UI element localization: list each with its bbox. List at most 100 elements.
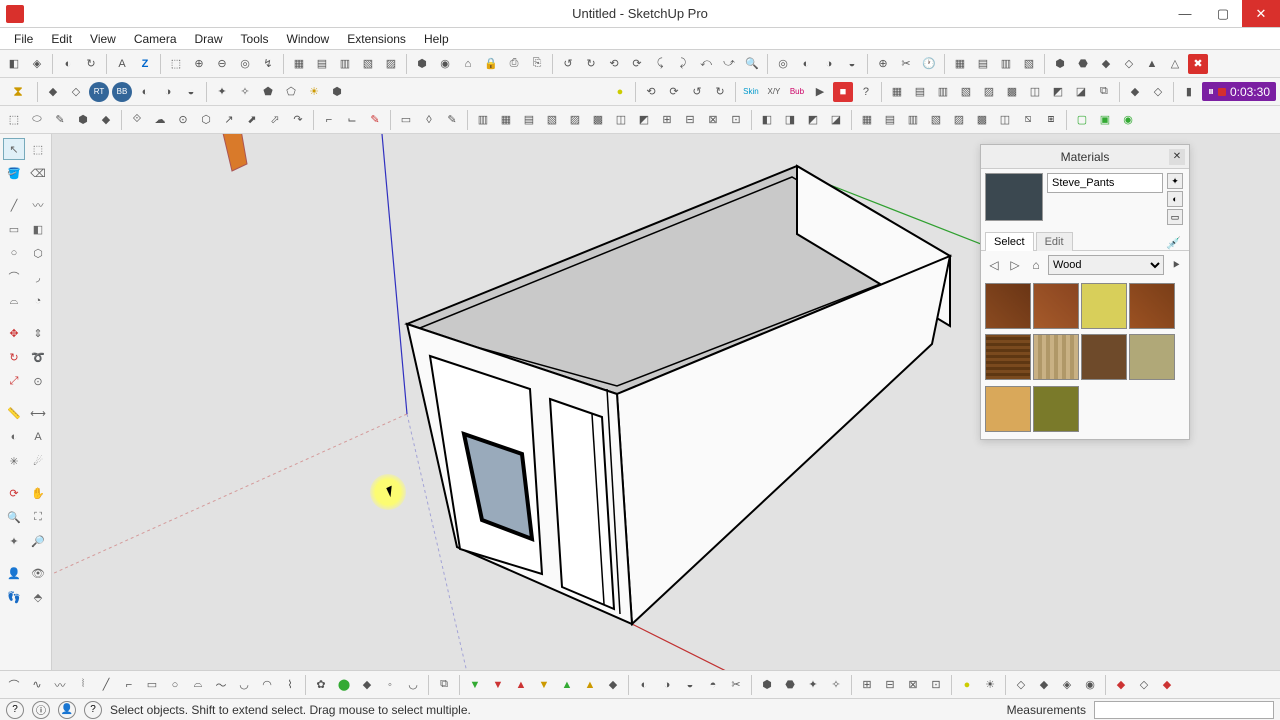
tool-icon[interactable]: ▭ [1167, 209, 1183, 225]
tool-icon[interactable]: ▲ [511, 675, 531, 695]
tool-icon[interactable]: ▥ [996, 54, 1016, 74]
tool-icon[interactable]: ▣ [1095, 110, 1115, 130]
tape-tool-icon[interactable]: 📏 [3, 402, 25, 424]
axes-tool-icon[interactable]: ✳ [3, 450, 25, 472]
tool-icon[interactable]: ◇ [1119, 54, 1139, 74]
tool-icon[interactable]: ◧ [757, 110, 777, 130]
tool-icon[interactable]: ▨ [565, 110, 585, 130]
tool-icon[interactable]: ● [957, 675, 977, 695]
viewport[interactable]: Materials ✕ ✦ ◐ ▭ Select Edit 💉 [52, 134, 1280, 670]
tool-icon[interactable]: ⬣ [1073, 54, 1093, 74]
tool-icon[interactable]: ✂ [726, 675, 746, 695]
tool-icon[interactable]: ⬢ [757, 675, 777, 695]
material-swatch[interactable] [1033, 386, 1079, 432]
tool-icon[interactable]: ⬢ [1050, 54, 1070, 74]
tool-icon[interactable]: 〜 [211, 675, 231, 695]
tool-icon[interactable]: ⊕ [873, 54, 893, 74]
tool-icon[interactable]: ◉ [1118, 110, 1138, 130]
tool-icon[interactable]: X/Y [764, 82, 784, 102]
tool-icon[interactable]: ▮ [1179, 82, 1199, 102]
tool-icon[interactable]: ▭ [142, 675, 162, 695]
tool-icon[interactable]: ◧ [4, 54, 24, 74]
tool-icon[interactable]: ⧅ [1018, 110, 1038, 130]
tool-icon[interactable]: ⬢ [327, 82, 347, 102]
tool-icon[interactable]: ▥ [933, 82, 953, 102]
tool-icon[interactable]: ◎ [773, 54, 793, 74]
zoom-tool-icon[interactable]: 🔍 [3, 506, 25, 528]
position-camera-icon[interactable]: 👤 [3, 562, 25, 584]
tool-icon[interactable]: ▧ [1019, 54, 1039, 74]
tool-icon[interactable]: ⊡ [726, 110, 746, 130]
tool-icon[interactable]: ⬠ [281, 82, 301, 102]
tool-icon[interactable]: ⎘ [527, 54, 547, 74]
tool-icon[interactable]: ▲ [557, 675, 577, 695]
tool-icon[interactable]: ✎ [50, 110, 70, 130]
tool-icon[interactable]: ⬚ [166, 54, 186, 74]
tool-icon[interactable]: ⬤ [334, 675, 354, 695]
tool-icon[interactable]: ⤹ [650, 54, 670, 74]
tool-icon[interactable]: ⊡ [926, 675, 946, 695]
tool-icon[interactable]: 🔍 [742, 54, 762, 74]
tool-icon[interactable]: ↺ [687, 82, 707, 102]
tool-icon[interactable]: ∿ [27, 675, 47, 695]
material-swatch[interactable] [985, 283, 1031, 329]
tool-icon[interactable]: ▼ [488, 675, 508, 695]
tool-icon[interactable]: ☀ [304, 82, 324, 102]
tool-icon[interactable]: ■ [833, 82, 853, 102]
menu-extensions[interactable]: Extensions [339, 30, 414, 48]
tool-icon[interactable]: ◒ [680, 675, 700, 695]
material-swatch[interactable] [985, 386, 1031, 432]
tool-icon[interactable]: ⬈ [242, 110, 262, 130]
tool-icon[interactable]: Z [135, 54, 155, 74]
tool-icon[interactable]: ◐ [58, 54, 78, 74]
tool-icon[interactable]: ↻ [81, 54, 101, 74]
eraser-tool-icon[interactable]: ⌫ [27, 162, 49, 184]
tool-icon[interactable]: ⧉ [1094, 82, 1114, 102]
tool-icon[interactable]: ▦ [289, 54, 309, 74]
tool-icon[interactable]: ▨ [949, 110, 969, 130]
tool-icon[interactable]: ⌐ [119, 675, 139, 695]
tool-icon[interactable]: ▤ [910, 82, 930, 102]
paint-tool-icon[interactable]: 🪣 [3, 162, 25, 184]
line-tool-icon[interactable]: ╱ [3, 194, 25, 216]
tool-icon[interactable]: ⟳ [627, 54, 647, 74]
tool-icon[interactable]: ◆ [1111, 675, 1131, 695]
minimize-button[interactable]: ― [1166, 0, 1204, 27]
tool-icon[interactable]: ✖ [1188, 54, 1208, 74]
tool-icon[interactable]: ⤸ [673, 54, 693, 74]
tool-icon[interactable]: ⤻ [719, 54, 739, 74]
tool-icon[interactable]: ▦ [950, 54, 970, 74]
tool-icon[interactable]: ⊠ [703, 110, 723, 130]
tool-icon[interactable]: ⊠ [903, 675, 923, 695]
tool-icon[interactable]: ▲ [1142, 54, 1162, 74]
tool-icon[interactable]: ◡ [403, 675, 423, 695]
tool-icon[interactable]: ▧ [926, 110, 946, 130]
tool-icon[interactable]: ⬚ [27, 138, 49, 160]
tool-icon[interactable]: ▦ [496, 110, 516, 130]
tool-icon[interactable]: ◐ [796, 54, 816, 74]
tool-icon[interactable]: ⟳ [664, 82, 684, 102]
pie-tool-icon[interactable]: ◔ [27, 290, 49, 312]
tool-icon[interactable]: ⬀ [265, 110, 285, 130]
tool-icon[interactable]: BB [112, 82, 132, 102]
tool-icon[interactable]: ◒ [842, 54, 862, 74]
rectangle-tool-icon[interactable]: ▭ [3, 218, 25, 240]
panel-close-icon[interactable]: ✕ [1169, 149, 1185, 165]
tool-icon[interactable]: ⊙ [173, 110, 193, 130]
protractor-tool-icon[interactable]: ◐ [3, 426, 25, 448]
tool-icon[interactable]: ⊟ [680, 110, 700, 130]
tool-icon[interactable]: ◠ [257, 675, 277, 695]
section-tool-icon[interactable]: ⬘ [27, 586, 49, 608]
tool-icon[interactable]: ✦ [3, 530, 25, 552]
tool-icon[interactable]: ◈ [1057, 675, 1077, 695]
tool-icon[interactable]: ⬢ [412, 54, 432, 74]
tool-icon[interactable]: ◆ [1096, 54, 1116, 74]
tool-icon[interactable]: ⌓ [3, 290, 25, 312]
close-button[interactable]: ✕ [1242, 0, 1280, 27]
tool-icon[interactable]: ▩ [588, 110, 608, 130]
tool-icon[interactable]: ⬭ [27, 110, 47, 130]
tool-icon[interactable]: ◇ [1011, 675, 1031, 695]
geo-icon[interactable]: ? [6, 701, 24, 719]
tool-icon[interactable]: ▧ [542, 110, 562, 130]
tool-icon[interactable]: ╱ [96, 675, 116, 695]
